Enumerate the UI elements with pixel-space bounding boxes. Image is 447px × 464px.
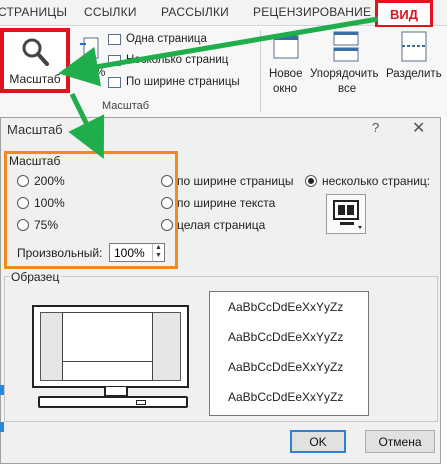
page-width-icon: [108, 77, 121, 88]
sample-text-line: AaBbCcDdEeXxYyZz: [228, 390, 344, 404]
sample-text-line: AaBbCcDdEeXxYyZz: [228, 300, 344, 314]
edge-marker: [0, 385, 4, 395]
multi-page-button[interactable]: Несколько страниц: [108, 52, 238, 70]
zoom-button[interactable]: Масштаб: [0, 28, 70, 93]
radio-whole-page-label[interactable]: целая страница: [177, 218, 265, 232]
tab-view[interactable]: ВИД: [375, 0, 433, 28]
radio-many-pages[interactable]: [305, 175, 317, 187]
preview-page-divider: [63, 361, 152, 362]
monitor-pages-icon: [333, 200, 362, 229]
edge-marker: [0, 422, 4, 432]
monitor-base: [38, 396, 188, 408]
page-width-button[interactable]: По ширине страницы: [108, 74, 253, 92]
split-button[interactable]: Разделить: [386, 30, 444, 100]
sample-text-line: AaBbCcDdEeXxYyZz: [228, 330, 344, 344]
page-100-icon: [80, 37, 99, 59]
zoom-group-label: Масштаб: [102, 100, 150, 112]
help-button[interactable]: ?: [372, 120, 379, 135]
text-sample-box: AaBbCcDdEeXxYyZz AaBbCcDdEeXxYyZz AaBbCc…: [209, 291, 369, 416]
page-width-label: По ширине страницы: [126, 76, 240, 88]
radio-page-width-label[interactable]: по ширине страницы: [177, 174, 294, 188]
zoom-options-highlight: [4, 151, 178, 269]
one-page-button[interactable]: Одна страница: [108, 31, 228, 49]
arrange-all-label-2: все: [338, 83, 357, 95]
tab-references[interactable]: ССЫЛКИ: [84, 5, 137, 19]
monitor-button: [136, 400, 146, 405]
radio-text-width-label[interactable]: по ширине текста: [177, 196, 275, 210]
split-icon: [401, 31, 427, 62]
radio-many-pages-label[interactable]: несколько страниц:: [322, 174, 430, 188]
one-page-icon: [108, 34, 121, 45]
monitor-preview: [32, 305, 189, 388]
zoom-100-button[interactable]: 100%: [76, 34, 106, 90]
zoom-100-label: 100%: [76, 67, 106, 79]
close-button[interactable]: ✕: [412, 118, 425, 138]
new-window-label-1: Новое: [269, 68, 303, 80]
many-pages-picker-button[interactable]: [326, 194, 366, 234]
multi-page-label: Несколько страниц: [126, 54, 229, 66]
arrange-all-button[interactable]: Упорядочить все: [310, 30, 382, 100]
new-window-icon: [273, 35, 299, 59]
ribbon-divider: [260, 30, 261, 112]
split-label: Разделить: [386, 68, 442, 80]
arrange-all-icon: [333, 31, 359, 62]
arrange-all-label-1: Упорядочить: [310, 68, 379, 80]
ribbon-tab-bar: СТРАНИЦЫ ССЫЛКИ РАССЫЛКИ РЕЦЕНЗИРОВАНИЕ …: [0, 0, 447, 28]
ok-button[interactable]: OK: [290, 430, 346, 453]
tab-view-label: ВИД: [390, 7, 418, 22]
dialog-title: Масштаб: [7, 122, 63, 137]
new-window-label-2: окно: [273, 83, 298, 95]
magnifier-icon: [22, 38, 49, 66]
tab-review[interactable]: РЕЦЕНЗИРОВАНИЕ: [253, 5, 371, 19]
tab-mailings[interactable]: РАССЫЛКИ: [161, 5, 229, 19]
sample-group-title: Образец: [9, 270, 62, 284]
new-window-button[interactable]: Новое окно: [266, 30, 306, 100]
tab-pages[interactable]: СТРАНИЦЫ: [0, 5, 67, 19]
preview-page: [62, 312, 153, 381]
multi-page-icon: [108, 55, 121, 66]
sample-text-line: AaBbCcDdEeXxYyZz: [228, 360, 344, 374]
cancel-button[interactable]: Отмена: [365, 430, 435, 453]
zoom-button-label: Масштаб: [9, 72, 61, 86]
one-page-label: Одна страница: [126, 33, 207, 45]
